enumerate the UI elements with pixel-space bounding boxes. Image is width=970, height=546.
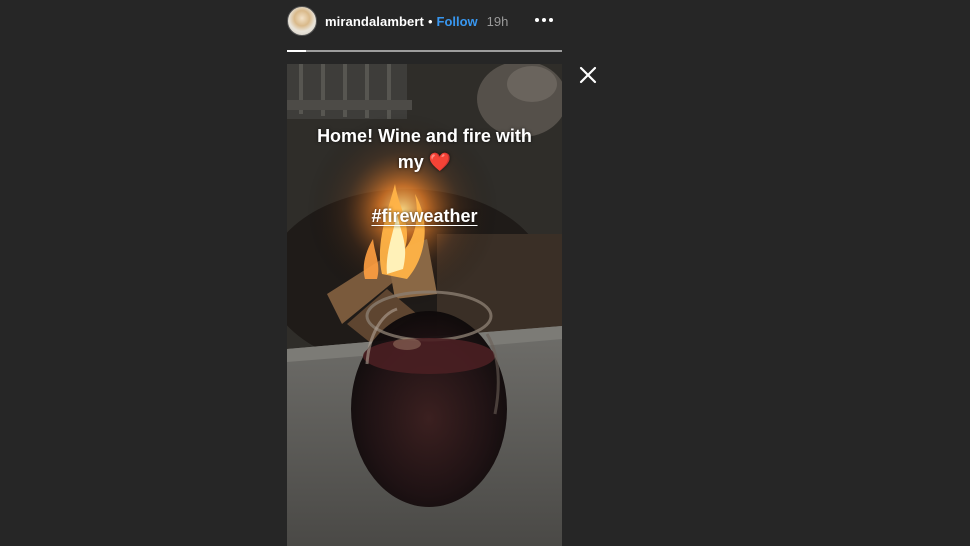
story-caption-text: my (397, 152, 424, 172)
story-header: mirandalambert • Follow 19h (287, 4, 562, 38)
story-caption-line-1: Home! Wine and fire with (317, 126, 532, 146)
story-progress-fill (287, 50, 307, 52)
story-caption-line-2: my ❤️ (287, 152, 562, 173)
heart-icon: ❤️ (428, 152, 452, 172)
hashtag-sticker: #fireweather (287, 206, 562, 227)
more-options-button[interactable] (532, 10, 556, 30)
username-link[interactable]: mirandalambert (325, 14, 424, 29)
story-viewer: mirandalambert • Follow 19h Home! Wine a… (0, 0, 970, 546)
hashtag-link[interactable]: #fireweather (371, 206, 477, 226)
avatar[interactable] (287, 6, 317, 36)
separator-dot: • (427, 13, 433, 29)
timestamp: 19h (486, 13, 509, 29)
follow-button[interactable]: Follow (437, 14, 478, 29)
story-media[interactable]: Home! Wine and fire with my ❤️ #fireweat… (287, 64, 562, 546)
close-icon (579, 66, 597, 84)
more-options-icon (535, 18, 553, 22)
story-progress-bar (287, 50, 562, 52)
close-button[interactable] (577, 64, 599, 86)
